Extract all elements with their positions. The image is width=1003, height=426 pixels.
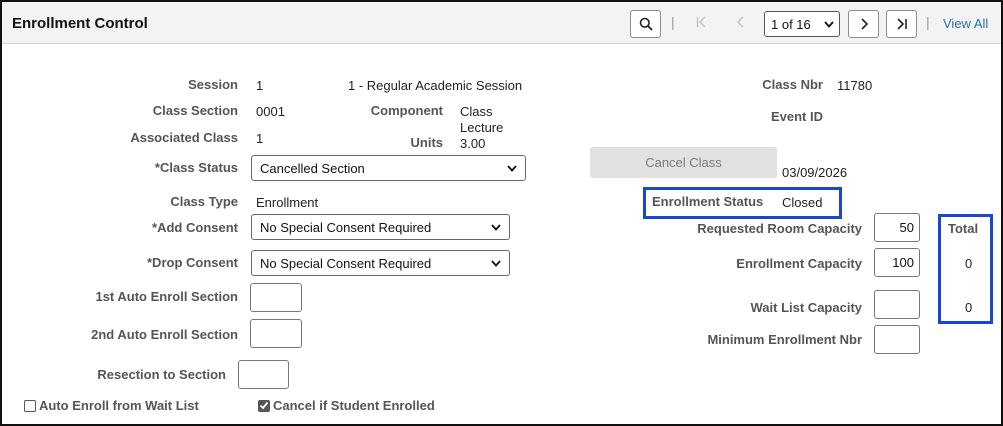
add-consent-select[interactable]: No Special Consent Required xyxy=(251,214,510,240)
first-page-icon xyxy=(696,16,706,28)
toolbar-divider: | xyxy=(926,14,930,30)
minimum-enrollment-label: Minimum Enrollment Nbr xyxy=(707,332,862,347)
minimum-enrollment-input[interactable] xyxy=(874,325,920,354)
component-label: Component xyxy=(370,103,443,118)
search-icon xyxy=(639,17,653,31)
session-value: 1 xyxy=(256,78,264,93)
search-button[interactable] xyxy=(630,10,661,38)
chevron-down-icon xyxy=(824,21,834,28)
cancel-if-enrolled-checkbox[interactable] xyxy=(258,399,270,412)
wait-list-capacity-label: Wait List Capacity xyxy=(750,300,862,315)
enrollment-status-label: Enrollment Status xyxy=(652,194,764,209)
first-auto-enroll-label: 1st Auto Enroll Section xyxy=(95,289,238,304)
drop-consent-value: No Special Consent Required xyxy=(260,255,432,271)
enrollment-control-panel: Enrollment Control | 1 of 16 | View All … xyxy=(0,0,1003,426)
add-consent-value: No Special Consent Required xyxy=(260,219,432,235)
second-auto-enroll-label: 2nd Auto Enroll Section xyxy=(91,327,238,342)
session-label: Session xyxy=(188,77,238,92)
component-value-line2: Lecture xyxy=(460,120,504,135)
next-page-button[interactable] xyxy=(848,10,879,38)
checkmark-icon xyxy=(259,401,269,410)
view-all-link[interactable]: View All xyxy=(943,16,988,31)
total-enrollment-value: 0 xyxy=(965,256,973,271)
total-wait-list-value: 0 xyxy=(965,300,973,315)
chevron-right-icon xyxy=(860,18,868,30)
class-status-select[interactable]: Cancelled Section xyxy=(251,155,526,181)
session-description: 1 - Regular Academic Session xyxy=(348,78,523,93)
second-auto-enroll-input[interactable] xyxy=(250,319,302,348)
drop-consent-label: *Drop Consent xyxy=(147,255,238,270)
class-type-value: Enrollment xyxy=(256,195,319,210)
event-id-label: Event ID xyxy=(770,109,823,124)
chevron-left-icon xyxy=(736,16,744,28)
first-auto-enroll-input[interactable] xyxy=(250,283,302,312)
last-page-button[interactable] xyxy=(886,10,917,38)
wait-list-capacity-input[interactable] xyxy=(874,290,920,319)
resection-input[interactable] xyxy=(238,360,289,389)
requested-room-capacity-input[interactable]: 50 xyxy=(874,213,920,242)
component-value-line1: Class xyxy=(460,104,493,119)
class-section-label: Class Section xyxy=(152,103,238,118)
enrollment-capacity-label: Enrollment Capacity xyxy=(736,256,862,271)
chevron-down-icon xyxy=(491,260,501,267)
enrollment-status-value: Closed xyxy=(782,195,823,210)
units-label: Units xyxy=(410,135,444,150)
units-value: 3.00 xyxy=(460,136,486,151)
class-type-label: Class Type xyxy=(170,194,238,209)
auto-enroll-waitlist-option[interactable]: Auto Enroll from Wait List xyxy=(24,398,199,413)
auto-enroll-waitlist-checkbox[interactable] xyxy=(24,399,36,412)
associated-class-label: Associated Class xyxy=(130,130,238,145)
cancel-if-enrolled-label: Cancel if Student Enrolled xyxy=(273,398,435,413)
previous-page-button[interactable] xyxy=(735,15,747,34)
cancel-if-enrolled-option[interactable]: Cancel if Student Enrolled xyxy=(258,398,435,413)
row-selector[interactable]: 1 of 16 xyxy=(764,11,840,37)
class-nbr-label: Class Nbr xyxy=(762,77,823,92)
row-selector-value: 1 of 16 xyxy=(771,16,811,32)
chevron-down-icon xyxy=(491,224,501,231)
panel-header: Enrollment Control | 1 of 16 | View All xyxy=(2,2,1001,44)
page-title: Enrollment Control xyxy=(12,15,148,32)
resection-label: Resection to Section xyxy=(97,367,226,382)
class-status-label: *Class Status xyxy=(154,160,238,175)
last-page-icon xyxy=(896,18,907,30)
enrollment-capacity-input[interactable]: 100 xyxy=(874,248,920,277)
auto-enroll-waitlist-label: Auto Enroll from Wait List xyxy=(39,398,199,413)
class-nbr-value: 11780 xyxy=(837,78,873,93)
associated-class-value: 1 xyxy=(256,131,264,146)
toolbar-divider: | xyxy=(671,14,675,30)
first-page-button[interactable] xyxy=(695,15,709,34)
class-status-value: Cancelled Section xyxy=(260,160,365,176)
chevron-down-icon xyxy=(507,165,517,172)
add-consent-label: *Add Consent xyxy=(152,220,238,235)
class-section-value: 0001 xyxy=(256,104,285,119)
total-header: Total xyxy=(948,221,979,236)
requested-room-capacity-label: Requested Room Capacity xyxy=(697,221,862,236)
cancel-date: 03/09/2026 xyxy=(782,165,848,180)
cancel-class-button[interactable]: Cancel Class xyxy=(590,147,777,178)
drop-consent-select[interactable]: No Special Consent Required xyxy=(251,250,510,276)
